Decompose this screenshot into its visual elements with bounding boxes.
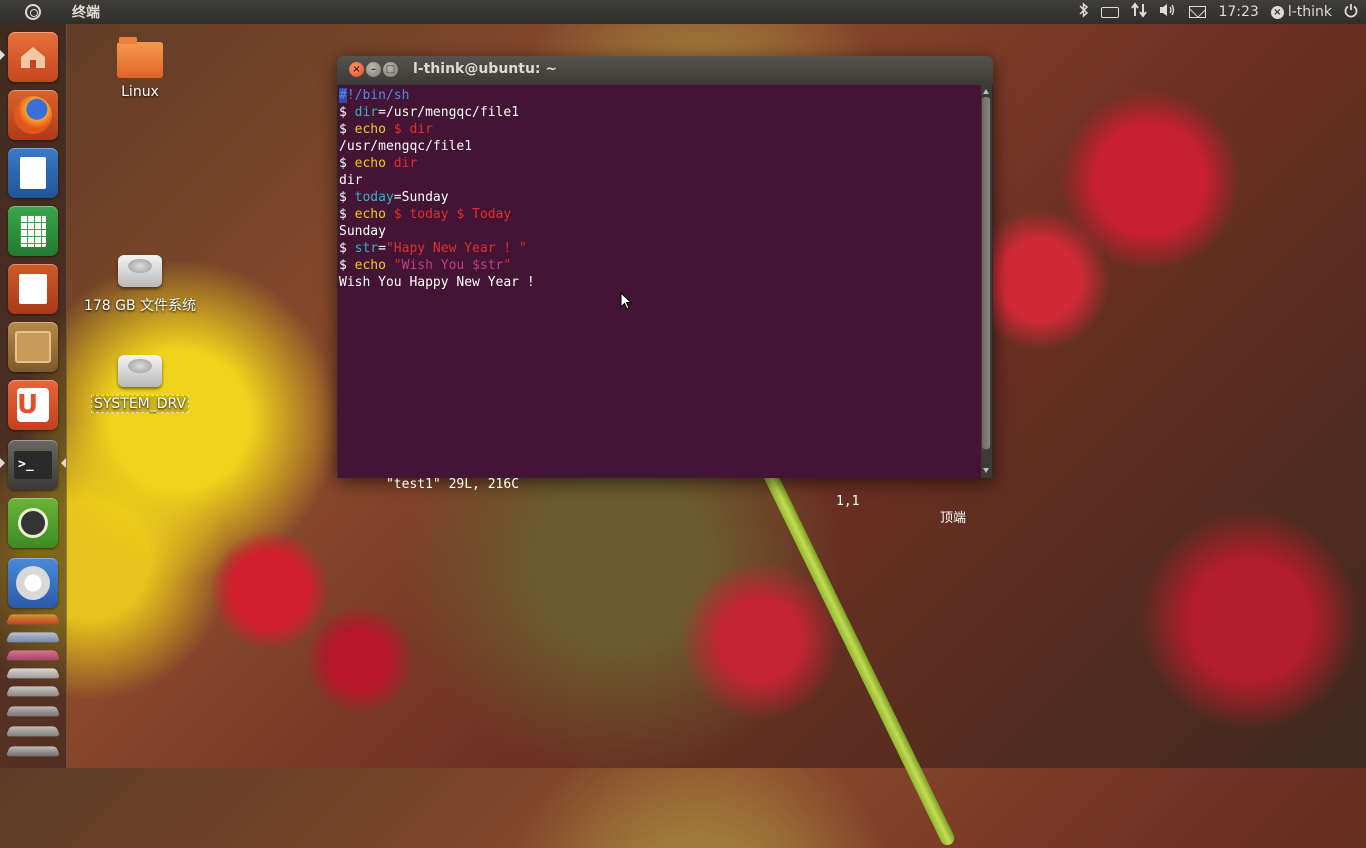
dash-button[interactable]: [0, 0, 66, 24]
status-position: 1,1: [836, 494, 860, 509]
terminal-line: Wish You Happy New Year !: [339, 275, 535, 290]
desktop-icon-label: 178 GB 文件系统: [83, 298, 197, 314]
close-button[interactable]: ×: [349, 62, 364, 77]
calc-icon[interactable]: [8, 206, 58, 256]
terminal-line: dir: [339, 173, 363, 188]
drive-icon: [118, 355, 162, 387]
user-name: l-think: [1287, 4, 1332, 20]
folded-launcher-icon[interactable]: [5, 650, 61, 661]
workspaces-icon[interactable]: [8, 498, 58, 548]
window-titlebar[interactable]: × – □ l-think@ubuntu: ~: [337, 56, 993, 85]
desktop-icon-filesystem[interactable]: 178 GB 文件系统: [80, 255, 200, 315]
desktop-icon-linux[interactable]: Linux: [80, 37, 200, 100]
launcher-pip: [0, 458, 5, 468]
user-status-icon: ×: [1270, 5, 1284, 19]
cursor: #: [339, 88, 347, 103]
home-folder-icon[interactable]: [8, 32, 58, 82]
firefox-icon[interactable]: [8, 90, 58, 140]
mail-icon[interactable]: [1189, 6, 1207, 18]
drive-icon: [118, 255, 162, 287]
writer-icon[interactable]: [8, 148, 58, 198]
launcher-pip: [0, 50, 5, 60]
power-icon[interactable]: [1344, 3, 1358, 22]
chromium-icon[interactable]: [8, 558, 58, 608]
terminal-window[interactable]: × – □ l-think@ubuntu: ~ #!/bin/sh $ dir=…: [337, 56, 993, 526]
terminal-content[interactable]: #!/bin/sh $ dir=/usr/mengqc/file1 $ echo…: [338, 85, 981, 526]
terminal-line: $ echo dir: [339, 156, 418, 171]
volume-icon[interactable]: [1159, 2, 1177, 22]
launcher: U >_: [0, 24, 67, 768]
scrollbar-thumb[interactable]: [982, 97, 990, 449]
terminal-icon[interactable]: >_: [8, 440, 58, 490]
folder-icon: [117, 37, 163, 78]
terminal-line: /usr/mengqc/file1: [339, 139, 473, 154]
scrollbar[interactable]: [981, 85, 992, 478]
desktop-icon-system-drv[interactable]: SYSTEM_DRV: [80, 355, 200, 413]
terminal-line: $ str="Hapy New Year ! ": [339, 241, 527, 256]
clock[interactable]: 17:23: [1218, 4, 1258, 20]
desktop-icon-label: SYSTEM_DRV: [90, 395, 190, 413]
wallpaper-stem: [760, 463, 957, 848]
vim-status-line: "test1" 29L, 216C 1,1 顶端: [339, 459, 979, 526]
folded-launcher-icon[interactable]: [5, 746, 61, 757]
terminal-line: #!/bin/sh: [339, 88, 410, 103]
scroll-up-arrow-icon[interactable]: [983, 89, 989, 94]
folded-launcher-icon[interactable]: [5, 614, 61, 625]
user-menu[interactable]: × l-think: [1270, 4, 1332, 20]
terminal-line: $ echo $ dir: [339, 122, 433, 137]
launcher-active-pip: [61, 458, 66, 468]
terminal-line: $ echo $ today $ Today: [339, 207, 512, 222]
terminal-line: $ dir=/usr/mengqc/file1: [339, 105, 520, 120]
desktop-icon-label: Linux: [121, 84, 159, 100]
window-title: l-think@ubuntu: ~: [413, 61, 558, 77]
software-center-icon[interactable]: [8, 322, 58, 372]
impress-icon[interactable]: [8, 264, 58, 314]
ubuntu-one-icon[interactable]: U: [8, 380, 58, 430]
folded-launcher-icon[interactable]: [5, 726, 61, 737]
ubuntu-logo-icon: [25, 4, 41, 20]
folded-launcher-icon[interactable]: [5, 632, 61, 643]
status-scroll: 顶端: [940, 511, 967, 526]
folded-launcher-icon[interactable]: [5, 668, 61, 679]
terminal-line: $ today=Sunday: [339, 190, 449, 205]
folded-launcher-icon[interactable]: [5, 686, 61, 697]
folded-launcher-icon[interactable]: [5, 706, 61, 717]
indicator-area: 17:23 × l-think: [1079, 2, 1366, 22]
status-file: "test1" 29L, 216C: [385, 477, 520, 492]
top-panel: 终端 17:23 × l-think: [0, 0, 1366, 24]
minimize-button[interactable]: –: [366, 62, 381, 77]
active-app-title: 终端: [72, 5, 100, 21]
network-icon[interactable]: [1131, 2, 1148, 22]
maximize-button[interactable]: □: [383, 62, 398, 77]
keyboard-icon[interactable]: [1101, 6, 1120, 18]
bluetooth-icon[interactable]: [1079, 2, 1089, 22]
terminal-line: $ echo "Wish You $str": [339, 258, 512, 273]
terminal-line: Sunday: [339, 224, 386, 239]
terminal-lines: #!/bin/sh $ dir=/usr/mengqc/file1 $ echo…: [339, 87, 535, 291]
scroll-down-arrow-icon[interactable]: [983, 468, 989, 473]
